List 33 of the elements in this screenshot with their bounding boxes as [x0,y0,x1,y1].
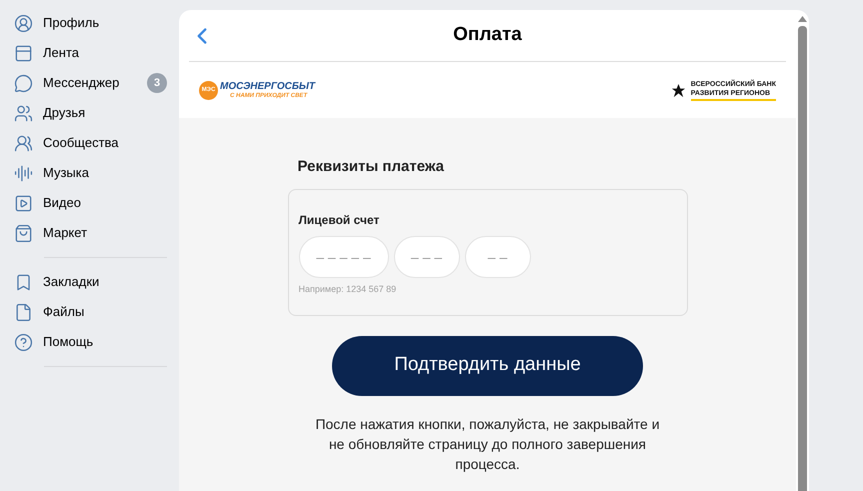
chat-bubble-icon [14,74,33,92]
sidebar-item[interactable]: Закладки [14,267,167,297]
people-icon [14,104,33,122]
file-icon [14,302,33,322]
notice-text: После нажатия кнопки, пожалуйста, не закрывайте и не обновляйте страницу до полного завершения процесса. [314,414,661,474]
sidebar-item[interactable]: Музыка [14,158,167,188]
sidebar-item[interactable]: Профиль [14,8,167,38]
sidebar-item[interactable]: Мессенджер 3 [14,68,167,98]
audio-lines-icon [14,164,33,182]
input-field[interactable]: – – [464,236,530,278]
count-badge: 3 [147,73,167,93]
confirm-button[interactable]: Подтвердить данные [332,336,643,396]
play-square-icon [14,194,33,212]
sidebar-item[interactable]: Маркет [14,218,167,248]
scrollbar[interactable] [796,16,809,491]
group-icon [14,134,33,152]
sidebar-item[interactable]: Лента [14,38,167,68]
sidebar-item[interactable]: Файлы [14,297,167,327]
page-title: Оплата [453,23,522,48]
bag-icon [14,224,33,242]
scroll-up-arrow-icon[interactable] [798,16,807,22]
sidebar-item[interactable]: Сообщества [14,128,167,158]
panel-icon [14,44,33,62]
section-title: Реквизиты платежа [298,157,446,177]
hint-text: Например: 1234 567 89 [298,282,398,296]
sidebar-item[interactable]: Друзья [14,98,167,128]
user-circle-icon [14,14,33,32]
field-label: Лицевой счет [298,212,380,228]
sidebar-item[interactable]: Видео [14,188,167,218]
sidebar-item[interactable]: Помощь [14,327,167,357]
input-field[interactable]: – – – – – [298,236,388,278]
input-field[interactable]: – – – [394,236,460,278]
help-icon [14,332,33,352]
